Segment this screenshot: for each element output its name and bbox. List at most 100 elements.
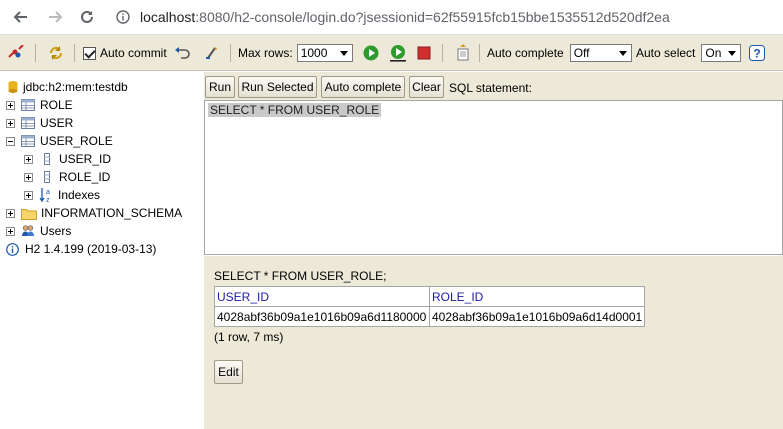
collapse-icon[interactable] <box>6 136 15 146</box>
users-label: Users <box>40 224 72 238</box>
clear-button[interactable]: Clear <box>409 76 444 98</box>
expand-icon[interactable] <box>6 100 15 110</box>
url-field[interactable]: localhost:8080/h2-console/login.do?jsess… <box>140 6 670 28</box>
version-label: H2 1.4.199 (2019-03-13) <box>25 242 157 256</box>
tree-column-user-id[interactable]: USER_ID <box>24 150 111 168</box>
table-cell: 4028abf36b09a1e1016b09a6d14d0001 <box>428 306 646 327</box>
help-button[interactable]: ? <box>749 35 765 71</box>
tree-table-user-role[interactable]: USER_ROLE <box>6 132 113 150</box>
separator <box>74 44 75 62</box>
auto-select-value: On <box>705 46 722 60</box>
table-name: USER_ROLE <box>40 134 113 148</box>
url-path: :8080/h2-console/login.do?jsessionid=62f… <box>195 9 670 25</box>
tree-indexes[interactable]: az Indexes <box>24 186 100 204</box>
commit-icon <box>206 47 217 59</box>
auto-commit-label: Auto commit <box>100 46 167 60</box>
column-name: ROLE_ID <box>59 170 111 184</box>
max-rows-group: Max rows: 1000 <box>238 35 353 71</box>
url-host: localhost <box>140 9 196 25</box>
refresh-icon <box>49 46 63 60</box>
tree-database[interactable]: jdbc:h2:mem:testdb <box>8 78 128 96</box>
row-count: (1 row, 7 ms) <box>214 330 284 344</box>
column-icon <box>44 171 50 183</box>
h2-toolbar: Auto commit Max rows: 1000 Auto complete… <box>0 35 783 71</box>
tree-information-schema[interactable]: INFORMATION_SCHEMA <box>6 204 182 222</box>
edit-button[interactable]: Edit <box>214 360 243 384</box>
table-icon <box>21 135 35 147</box>
table-name: ROLE <box>40 98 73 112</box>
sql-text: SELECT * FROM USER_ROLE <box>208 103 382 117</box>
expand-icon[interactable] <box>6 226 15 236</box>
auto-complete-label: Auto complete <box>487 46 564 60</box>
expand-icon[interactable] <box>24 172 33 182</box>
expand-icon[interactable] <box>24 190 33 200</box>
result-statement: SELECT * FROM USER_ROLE; <box>214 269 387 283</box>
schema-name: INFORMATION_SCHEMA <box>41 206 183 220</box>
tree-version: H2 1.4.199 (2019-03-13) <box>6 240 156 258</box>
svg-text:z: z <box>46 197 50 203</box>
tree-table-user[interactable]: USER <box>6 114 73 132</box>
sql-statement-label: SQL statement: <box>449 81 532 95</box>
query-button-bar: Run Run Selected Auto complete Clear SQL… <box>204 72 783 100</box>
column-icon <box>44 153 50 165</box>
history-button[interactable] <box>455 35 471 71</box>
forward-arrow-icon <box>49 11 63 23</box>
run-selected-button[interactable]: Run Selected <box>238 76 317 98</box>
rollback-icon <box>175 47 190 59</box>
table-name: USER <box>40 116 74 130</box>
back-button[interactable] <box>11 7 31 27</box>
database-icon <box>8 81 18 93</box>
max-rows-value: 1000 <box>300 46 328 60</box>
run-selected-toolbar[interactable] <box>389 35 407 71</box>
users-icon <box>22 225 34 236</box>
expand-icon[interactable] <box>24 154 33 164</box>
auto-complete-select[interactable]: Off <box>569 44 632 62</box>
disconnect-icon <box>8 45 24 58</box>
stop-button[interactable] <box>417 35 431 71</box>
forward-button[interactable] <box>45 7 65 27</box>
separator <box>35 44 36 62</box>
run-button[interactable]: Run <box>205 76 235 98</box>
results-panel: SELECT * FROM USER_ROLE; USER_ID ROLE_ID… <box>204 256 783 429</box>
rollback-button[interactable] <box>174 35 192 71</box>
table-icon <box>21 117 35 129</box>
reload-icon <box>81 10 93 23</box>
auto-select-select[interactable]: On <box>701 44 742 62</box>
back-arrow-icon <box>13 11 27 23</box>
chevron-down-icon <box>618 51 627 56</box>
site-info-icon[interactable] <box>116 10 130 24</box>
sql-editor[interactable]: SELECT * FROM USER_ROLE <box>204 100 783 255</box>
max-rows-select[interactable]: 1000 <box>296 44 353 62</box>
chevron-down-icon <box>339 51 348 56</box>
stop-icon <box>417 46 431 60</box>
expand-icon[interactable] <box>6 208 15 218</box>
disconnect-button[interactable] <box>7 35 25 71</box>
tree-users[interactable]: Users <box>6 222 71 240</box>
sort-az-icon: az <box>39 188 50 203</box>
column-header[interactable]: ROLE_ID <box>428 286 646 307</box>
auto-complete-value: Off <box>573 46 590 60</box>
table-header-row: USER_ID ROLE_ID <box>214 286 646 307</box>
run-button-toolbar[interactable] <box>363 35 379 71</box>
reload-button[interactable] <box>77 7 97 27</box>
max-rows-label: Max rows: <box>238 46 293 60</box>
separator <box>230 44 231 62</box>
help-icon: ? <box>749 45 765 61</box>
commit-button[interactable] <box>204 35 220 71</box>
refresh-button[interactable] <box>47 35 65 71</box>
column-name: USER_ID <box>59 152 112 166</box>
chevron-down-icon <box>728 51 737 56</box>
auto-complete-button[interactable]: Auto complete <box>321 76 405 98</box>
tree-table-role[interactable]: ROLE <box>6 96 73 114</box>
column-header[interactable]: USER_ID <box>214 286 430 307</box>
auto-select-group: Auto select On <box>636 35 742 71</box>
tree-column-role-id[interactable]: ROLE_ID <box>24 168 110 186</box>
info-icon <box>6 242 19 256</box>
auto-commit-checkbox[interactable] <box>83 46 96 60</box>
database-url: jdbc:h2:mem:testdb <box>23 80 128 94</box>
history-icon <box>457 44 469 61</box>
expand-icon[interactable] <box>6 118 15 128</box>
separator <box>442 44 443 62</box>
auto-commit-toggle[interactable]: Auto commit <box>83 35 167 71</box>
browser-address-bar: localhost:8080/h2-console/login.do?jsess… <box>0 0 783 35</box>
